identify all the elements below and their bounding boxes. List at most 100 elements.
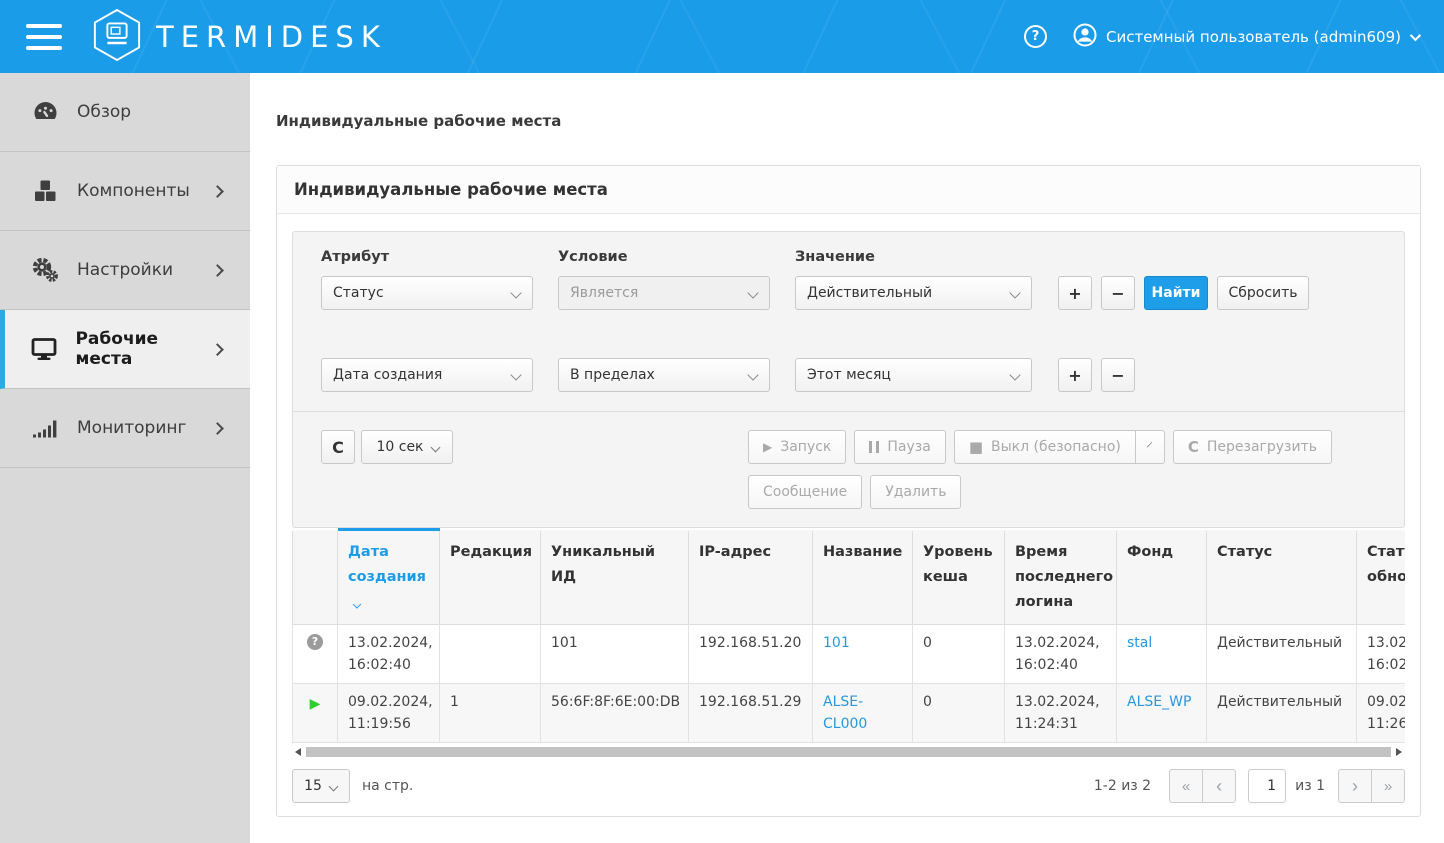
range-label: 1-2 из 2 <box>1094 778 1151 794</box>
column-status[interactable]: Статус <box>1207 530 1357 625</box>
cell-uid: 101 <box>541 625 689 684</box>
settings-icon <box>30 257 60 283</box>
reboot-icon <box>1188 438 1199 456</box>
table-header-row: Дата создания Редакция Уникальный ИД IP-… <box>293 530 1406 625</box>
reset-button[interactable]: Сбросить <box>1217 276 1309 310</box>
attribute-select-2-value: Дата создания <box>333 367 442 383</box>
cell-status-updated: 09.02.2024, 11:26:31 <box>1357 684 1406 743</box>
workplace-name-link[interactable]: 101 <box>823 635 850 651</box>
attribute-select[interactable]: Статус <box>321 276 533 310</box>
user-name: Системный пользователь (admin609) <box>1106 28 1401 46</box>
sidebar-item-label: Рабочие места <box>75 329 213 369</box>
stop-icon <box>969 438 983 456</box>
cell-edition: 1 <box>440 684 541 743</box>
cell-ip: 192.168.51.20 <box>689 625 813 684</box>
prev-page-button[interactable] <box>1202 769 1236 803</box>
hamburger-menu-icon[interactable] <box>26 24 62 50</box>
delete-button[interactable]: Удалить <box>870 475 961 509</box>
column-cache-level[interactable]: Уровень кеша <box>913 530 1005 625</box>
column-pool[interactable]: Фонд <box>1117 530 1207 625</box>
page-input[interactable] <box>1248 769 1286 803</box>
workplaces-table: Дата создания Редакция Уникальный ИД IP-… <box>292 528 1405 743</box>
cell-last-login: 13.02.2024, 11:24:31 <box>1005 684 1117 743</box>
monitoring-icon <box>30 415 60 441</box>
sidebar-item-overview[interactable]: Обзор <box>0 73 250 152</box>
column-status-updated[interactable]: Статус обновления <box>1357 530 1406 625</box>
cell-uid: 56:6F:8F:6E:00:DB <box>541 684 689 743</box>
workplace-name-link[interactable]: ALSE-CL000 <box>823 694 867 732</box>
column-uid[interactable]: Уникальный ИД <box>541 530 689 625</box>
refresh-button[interactable]: C <box>321 430 355 464</box>
column-last-login[interactable]: Время последнего логина <box>1005 530 1117 625</box>
sidebar-item-monitoring[interactable]: Мониторинг <box>0 389 250 468</box>
sidebar-item-workplaces[interactable]: Рабочие места <box>0 310 250 389</box>
condition-select[interactable]: Является <box>558 276 770 310</box>
help-icon[interactable]: ? <box>1024 25 1047 48</box>
brand-logo[interactable]: TERMIDESK <box>92 8 387 66</box>
scrollbar-thumb[interactable] <box>306 747 1391 757</box>
cell-cache-level: 0 <box>913 684 1005 743</box>
start-button[interactable]: Запуск <box>748 430 846 464</box>
brand-name: TERMIDESK <box>156 20 387 54</box>
topbar: TERMIDESK ? Системный пользователь (admi… <box>0 0 1444 73</box>
running-status-icon <box>310 696 321 712</box>
sidebar-item-label: Настройки <box>77 260 173 280</box>
refresh-interval-select[interactable]: 10 сек <box>361 430 453 464</box>
sidebar-item-settings[interactable]: Настройки <box>0 231 250 310</box>
column-ip[interactable]: IP-адрес <box>689 530 813 625</box>
power-off-button[interactable]: Выкл (безопасно) <box>954 430 1136 464</box>
cell-status: Действительный <box>1207 684 1357 743</box>
pool-link[interactable]: stal <box>1127 635 1152 651</box>
last-page-button[interactable] <box>1371 769 1405 803</box>
sort-desc-icon <box>353 600 361 608</box>
scroll-right-icon[interactable] <box>1396 748 1402 756</box>
of-pages-label: из 1 <box>1295 778 1325 794</box>
attribute-select-2[interactable]: Дата создания <box>321 358 533 392</box>
table-row: 13.02.2024, 16:02:40 101 192.168.51.20 1… <box>293 625 1406 684</box>
column-created[interactable]: Дата создания <box>338 530 440 625</box>
next-page-button[interactable] <box>1338 769 1372 803</box>
add-filter-button-2[interactable]: + <box>1058 358 1092 392</box>
per-page-label: на стр. <box>362 778 413 794</box>
workplaces-icon <box>30 336 58 362</box>
add-filter-button[interactable]: + <box>1058 276 1092 310</box>
page-title: Индивидуальные рабочие места <box>294 180 608 199</box>
pool-link[interactable]: ALSE_WP <box>1127 694 1191 710</box>
value-select[interactable]: Действительный <box>795 276 1032 310</box>
chevron-right-icon <box>211 185 224 198</box>
horizontal-scrollbar <box>292 743 1405 760</box>
question-circle-icon <box>307 634 323 650</box>
pause-button[interactable]: Пауза <box>854 430 945 464</box>
screen: TERMIDESK ? Системный пользователь (admi… <box>0 0 1444 843</box>
cell-status-updated: 13.02.2024, 16:02:40 <box>1357 625 1406 684</box>
table-row: 09.02.2024, 11:19:56 1 56:6F:8F:6E:00:DB… <box>293 684 1406 743</box>
first-page-button[interactable] <box>1169 769 1203 803</box>
reboot-button[interactable]: Перезагрузить <box>1173 430 1332 464</box>
find-button[interactable]: Найти <box>1144 276 1208 310</box>
sidebar-item-label: Обзор <box>77 102 131 122</box>
scroll-left-icon[interactable] <box>295 748 301 756</box>
chevron-right-icon <box>211 264 224 277</box>
column-name[interactable]: Название <box>813 530 913 625</box>
filter-panel: Атрибут Статус Условие Является <box>292 231 1405 528</box>
cell-last-login: 13.02.2024, 16:02:40 <box>1005 625 1117 684</box>
cell-cache-level: 0 <box>913 625 1005 684</box>
components-icon <box>30 178 60 204</box>
column-edition[interactable]: Редакция <box>440 530 541 625</box>
user-avatar-icon <box>1073 23 1097 51</box>
pagination: 15 на стр. 1-2 из 2 из 1 <box>292 769 1405 803</box>
message-button[interactable]: Сообщение <box>748 475 862 509</box>
sidebar-item-label: Компоненты <box>77 181 190 201</box>
per-page-select[interactable]: 15 <box>292 769 350 803</box>
refresh-interval-value: 10 сек <box>376 439 423 455</box>
remove-filter-button-2[interactable]: − <box>1101 358 1135 392</box>
attribute-select-value: Статус <box>333 285 384 301</box>
power-off-dropdown-button[interactable] <box>1135 430 1165 464</box>
remove-filter-button[interactable]: − <box>1101 276 1135 310</box>
condition-select-2[interactable]: В пределах <box>558 358 770 392</box>
refresh-icon: C <box>332 438 344 457</box>
dashboard-icon <box>30 99 60 125</box>
sidebar-item-components[interactable]: Компоненты <box>0 152 250 231</box>
value-select-2[interactable]: Этот месяц <box>795 358 1032 392</box>
user-menu[interactable]: Системный пользователь (admin609) <box>1073 23 1418 51</box>
